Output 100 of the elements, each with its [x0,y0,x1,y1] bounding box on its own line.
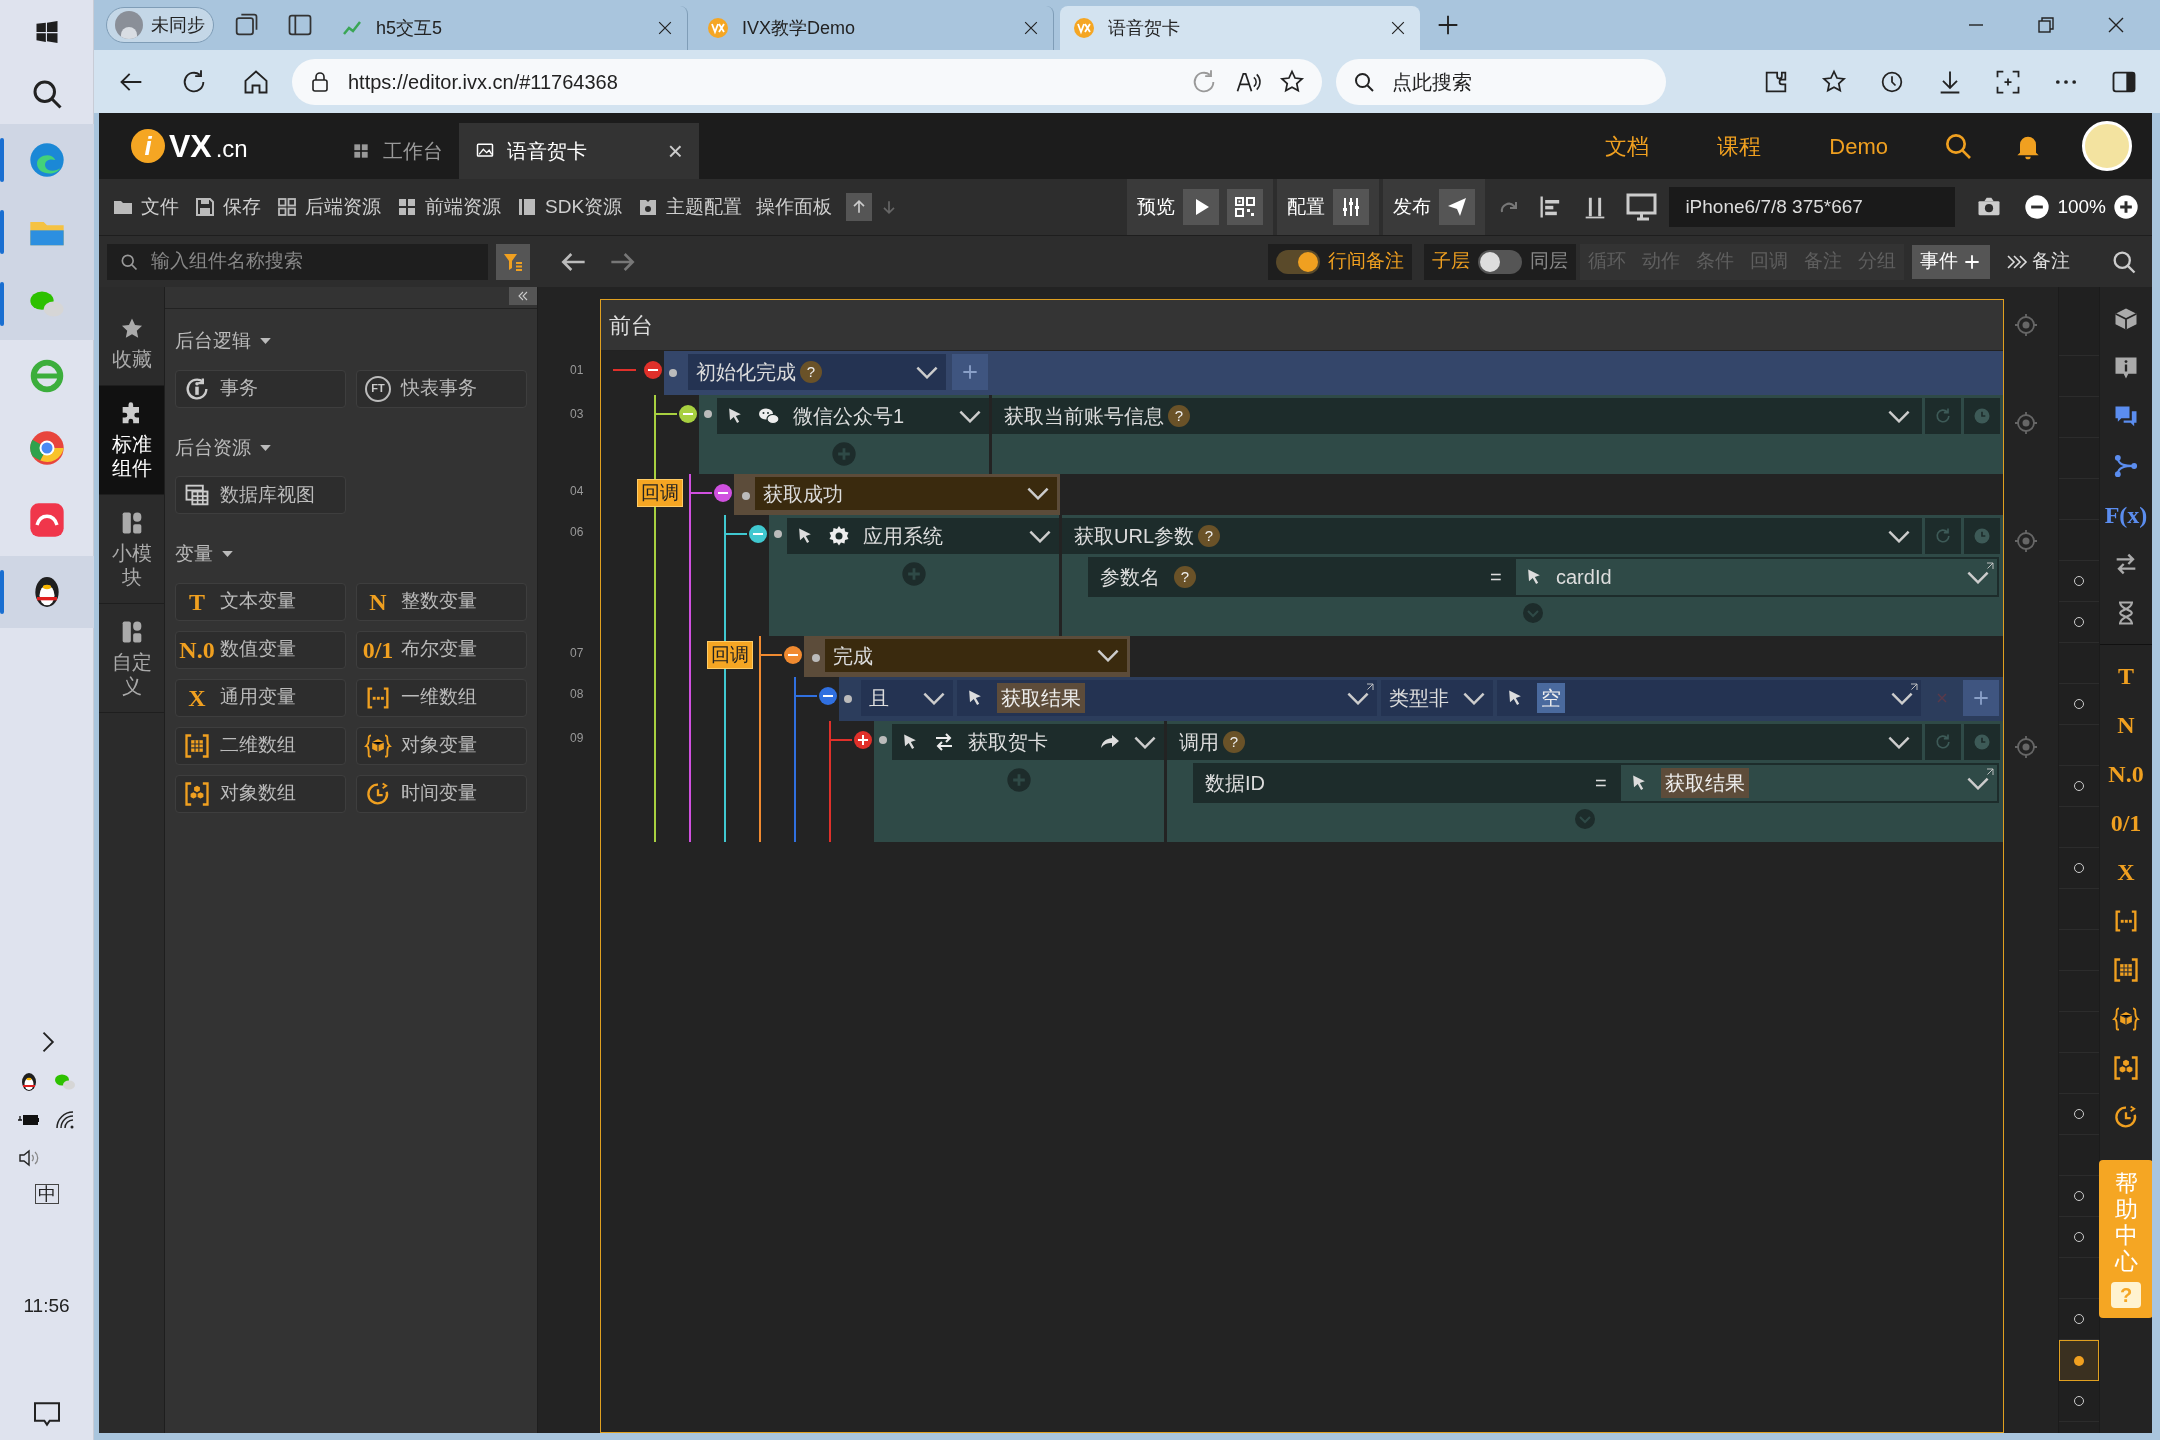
toolbar-button[interactable]: 前端资源 [395,192,501,222]
component-item[interactable]: 时间变量 [356,774,527,813]
glyph-icon: N.0 [179,637,215,662]
toggle-label: 子层 [1432,249,1470,274]
target-select[interactable]: 获取贺卡 [892,724,1164,760]
event-button[interactable]: 事件 [1912,244,1990,279]
component-item[interactable]: T 文本变量 [175,582,346,621]
toggle-label: 同层 [1530,249,1568,274]
toolbar-button[interactable]: 主题配置 [636,192,743,222]
value-field[interactable]: cardId [1516,559,1997,595]
component-item[interactable]: 数据库视图 [175,476,346,514]
scope-title: 前台 [601,300,2003,351]
logo-text: VX [169,127,212,166]
sidebar-tab[interactable]: 小模块 [99,495,164,604]
nav-link[interactable]: 课程 [1717,129,1762,163]
toolbar-button[interactable]: 保存 [193,192,261,222]
line-number: 09 [570,730,585,747]
line-number: 03 [570,406,585,423]
glyph-icon: N [2117,713,2135,737]
param-label: 参数名 [1100,565,1160,590]
glyph-icon: N [369,589,387,614]
nav-link[interactable]: 文档 [1605,129,1650,163]
toggle-label: 行间备注 [1328,249,1404,274]
logo-mark: i [131,129,165,163]
help-icon: ? [2111,1282,2141,1308]
equals-sign: = [1595,771,1608,796]
action-select[interactable]: 调用 ? [1167,724,1922,760]
glyph-icon: X [188,685,206,710]
toolbar-button[interactable]: 文件 [111,192,179,222]
browser-tab[interactable]: 语音贺卡 [1060,6,1420,50]
line-number: 06 [570,524,585,541]
sidebar-tab[interactable]: 标准组件 [99,386,164,495]
help-icon[interactable]: ? [1223,731,1245,753]
help-icon[interactable]: ? [1174,566,1196,588]
component-item[interactable]: X 通用变量 [175,678,346,717]
toolbar-button[interactable]: 后端资源 [275,192,381,222]
callback-select[interactable]: 完成 [825,639,1127,672]
logic-select[interactable]: 且 [861,680,953,716]
search-field[interactable]: 点此搜索 [1336,58,1666,105]
callback-select[interactable]: 获取成功 [755,477,1057,510]
component-item[interactable]: N 整数变量 [356,582,527,621]
section-header[interactable]: 后台逻辑 [165,327,537,356]
icon-letters: FT [371,381,385,397]
equals-sign: = [1490,565,1503,590]
component-item[interactable]: 一维数组 [356,678,527,717]
target-select[interactable]: 应用系统 [787,518,1059,554]
value-chip: 空 [1537,683,1565,713]
ime-indicator[interactable]: 中 [34,1183,59,1204]
tool-button[interactable]: N.0 [2108,756,2144,792]
zoom-level: 100% [2057,194,2106,219]
glyph-icon: T [189,589,205,614]
value-field[interactable]: 获取结果 [957,680,1377,716]
help-icon[interactable]: ? [1168,405,1190,427]
action-select[interactable]: 获取URL参数 ? [1062,518,1922,554]
help-icon[interactable]: ? [1198,525,1220,547]
notes-button[interactable]: 备注 [2004,247,2070,276]
group-label: 发布 [1393,194,1432,219]
search-field[interactable]: 输入组件名称搜索 [107,243,488,280]
line-number: 08 [570,686,585,703]
address-field[interactable]: https://editor.ivx.cn/#11764368 [292,58,1322,105]
action-select[interactable]: 获取当前账号信息 ? [992,398,1922,434]
section-header[interactable]: 后台资源 [165,433,537,462]
glyph-icon: T [2118,664,2134,688]
section-header[interactable]: 变量 [165,540,537,569]
editor-tab[interactable]: 语音贺卡 × [459,123,699,179]
nav-link[interactable]: Demo [1829,129,1888,163]
glyph-icon: 0/1 [362,637,394,662]
callback-tag: 回调 [637,479,683,507]
component-item[interactable]: FT 快表事务 [356,369,527,408]
help-icon[interactable]: ? [800,361,822,383]
editor-tab[interactable]: 工作台 [335,123,459,179]
tool-button[interactable]: T [2108,658,2144,694]
value-text: cardId [1556,565,1612,590]
target-select[interactable]: 微信公众号1 [717,398,989,434]
tool-button[interactable]: X [2108,854,2144,890]
device-select[interactable]: iPhone6/7/8 375*667 [1669,187,1956,227]
line-number: 04 [570,483,585,500]
value-chip: 获取结果 [997,683,1085,713]
value-field[interactable]: 空 [1497,680,1921,716]
component-item[interactable]: 0/1 布尔变量 [356,630,527,669]
group-label: 配置 [1287,194,1326,219]
tool-button[interactable]: N [2108,707,2144,743]
component-item[interactable]: 事务 [175,369,346,408]
toolbar-button[interactable]: 操作面板 [756,192,833,222]
callback-tag: 回调 [707,641,753,669]
component-item[interactable]: 对象变量 [356,726,527,765]
profile-button[interactable]: 未同步 [106,7,214,43]
close-button[interactable]: × [667,131,683,171]
value-field[interactable]: 获取结果 [1621,765,1997,801]
sidebar-tab[interactable]: 自定义 [99,604,164,713]
glyph-icon: F(x) [2104,503,2148,527]
group-label: 预览 [1137,194,1176,219]
operator-select[interactable]: 类型非 [1381,680,1493,716]
component-item[interactable]: 对象数组 [175,774,346,813]
toolbar-button[interactable]: SDK资源 [515,192,623,222]
tool-button[interactable]: 0/1 [2108,805,2144,841]
component-item[interactable]: N.0 数值变量 [175,630,346,669]
event-select[interactable]: 初始化完成 ? [688,354,946,390]
component-item[interactable]: 二维数组 [175,726,346,765]
glyph-icon: X [2117,860,2135,884]
